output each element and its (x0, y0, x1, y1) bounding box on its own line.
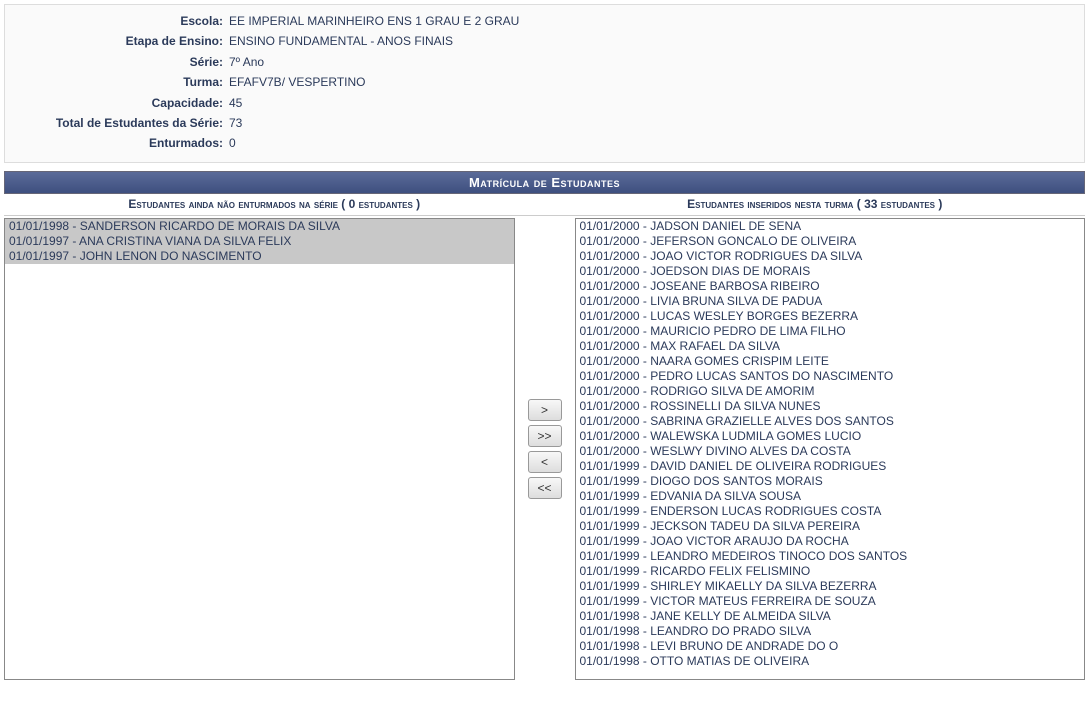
right-listbox[interactable]: 01/01/2000 - JADSON DANIEL DE SENA01/01/… (575, 218, 1086, 680)
value-etapa: ENSINO FUNDAMENTAL - ANOS FINAIS (227, 31, 453, 51)
list-item[interactable]: 01/01/1999 - LEANDRO MEDEIROS TINOCO DOS… (576, 549, 1085, 564)
label-escola: Escola: (13, 11, 227, 31)
list-item[interactable]: 01/01/1999 - JECKSON TADEU DA SILVA PERE… (576, 519, 1085, 534)
left-listbox[interactable]: 01/01/1998 - SANDERSON RICARDO DE MORAIS… (4, 218, 515, 680)
label-enturmados: Enturmados: (13, 133, 227, 153)
list-item[interactable]: 01/01/2000 - JOAO VICTOR RODRIGUES DA SI… (576, 249, 1085, 264)
list-item[interactable]: 01/01/2000 - JADSON DANIEL DE SENA (576, 219, 1085, 234)
list-item[interactable]: 01/01/2000 - JOEDSON DIAS DE MORAIS (576, 264, 1085, 279)
list-item[interactable]: 01/01/2000 - LUCAS WESLEY BORGES BEZERRA (576, 309, 1085, 324)
list-item[interactable]: 01/01/1999 - SHIRLEY MIKAELLY DA SILVA B… (576, 579, 1085, 594)
transfer-area: 01/01/1998 - SANDERSON RICARDO DE MORAIS… (4, 216, 1085, 680)
info-panel: Escola: EE IMPERIAL MARINHEIRO ENS 1 GRA… (4, 4, 1085, 163)
list-item[interactable]: 01/01/1999 - DAVID DANIEL DE OLIVEIRA RO… (576, 459, 1085, 474)
list-item[interactable]: 01/01/2000 - SABRINA GRAZIELLE ALVES DOS… (576, 414, 1085, 429)
list-item[interactable]: 01/01/2000 - JOSEANE BARBOSA RIBEIRO (576, 279, 1085, 294)
move-right-button[interactable]: > (528, 399, 562, 421)
list-item[interactable]: 01/01/1998 - SANDERSON RICARDO DE MORAIS… (5, 219, 514, 234)
label-etapa: Etapa de Ensino: (13, 31, 227, 51)
header-right: Estudantes inseridos nesta turma ( 33 es… (545, 194, 1086, 215)
move-all-right-button[interactable]: >> (528, 425, 562, 447)
header-left: Estudantes ainda não enturmados na série… (4, 194, 545, 215)
transfer-buttons: > >> < << (515, 218, 575, 680)
list-item[interactable]: 01/01/1999 - EDVANIA DA SILVA SOUSA (576, 489, 1085, 504)
label-capacidade: Capacidade: (13, 93, 227, 113)
list-item[interactable]: 01/01/2000 - MAX RAFAEL DA SILVA (576, 339, 1085, 354)
list-item[interactable]: 01/01/1998 - JANE KELLY DE ALMEIDA SILVA (576, 609, 1085, 624)
list-item[interactable]: 01/01/1997 - JOHN LENON DO NASCIMENTO (5, 249, 514, 264)
columns-header: Estudantes ainda não enturmados na série… (4, 194, 1085, 216)
section-title: Matrícula de Estudantes (4, 171, 1085, 194)
value-enturmados: 0 (227, 133, 236, 153)
list-item[interactable]: 01/01/2000 - MAURICIO PEDRO DE LIMA FILH… (576, 324, 1085, 339)
list-item[interactable]: 01/01/2000 - WESLWY DIVINO ALVES DA COST… (576, 444, 1085, 459)
list-item[interactable]: 01/01/2000 - PEDRO LUCAS SANTOS DO NASCI… (576, 369, 1085, 384)
list-item[interactable]: 01/01/2000 - RODRIGO SILVA DE AMORIM (576, 384, 1085, 399)
list-item[interactable]: 01/01/2000 - LIVIA BRUNA SILVA DE PADUA (576, 294, 1085, 309)
value-serie: 7º Ano (227, 52, 264, 72)
label-serie: Série: (13, 52, 227, 72)
list-item[interactable]: 01/01/2000 - WALEWSKA LUDMILA GOMES LUCI… (576, 429, 1085, 444)
value-total: 73 (227, 113, 242, 133)
list-item[interactable]: 01/01/1998 - LEVI BRUNO DE ANDRADE DO O (576, 639, 1085, 654)
move-all-left-button[interactable]: << (528, 477, 562, 499)
list-item[interactable]: 01/01/2000 - NAARA GOMES CRISPIM LEITE (576, 354, 1085, 369)
list-item[interactable]: 01/01/2000 - JEFERSON GONCALO DE OLIVEIR… (576, 234, 1085, 249)
label-turma: Turma: (13, 72, 227, 92)
label-total: Total de Estudantes da Série: (13, 113, 227, 133)
list-item[interactable]: 01/01/2000 - ROSSINELLI DA SILVA NUNES (576, 399, 1085, 414)
value-escola: EE IMPERIAL MARINHEIRO ENS 1 GRAU E 2 GR… (227, 11, 519, 31)
list-item[interactable]: 01/01/1999 - JOAO VICTOR ARAUJO DA ROCHA (576, 534, 1085, 549)
list-item[interactable]: 01/01/1999 - VICTOR MATEUS FERREIRA DE S… (576, 594, 1085, 609)
move-left-button[interactable]: < (528, 451, 562, 473)
list-item[interactable]: 01/01/1997 - ANA CRISTINA VIANA DA SILVA… (5, 234, 514, 249)
list-item[interactable]: 01/01/1999 - DIOGO DOS SANTOS MORAIS (576, 474, 1085, 489)
value-turma: EFAFV7B/ VESPERTINO (227, 72, 366, 92)
value-capacidade: 45 (227, 93, 242, 113)
list-item[interactable]: 01/01/1998 - OTTO MATIAS DE OLIVEIRA (576, 654, 1085, 669)
list-item[interactable]: 01/01/1999 - RICARDO FELIX FELISMINO (576, 564, 1085, 579)
list-item[interactable]: 01/01/1999 - ENDERSON LUCAS RODRIGUES CO… (576, 504, 1085, 519)
list-item[interactable]: 01/01/1998 - LEANDRO DO PRADO SILVA (576, 624, 1085, 639)
